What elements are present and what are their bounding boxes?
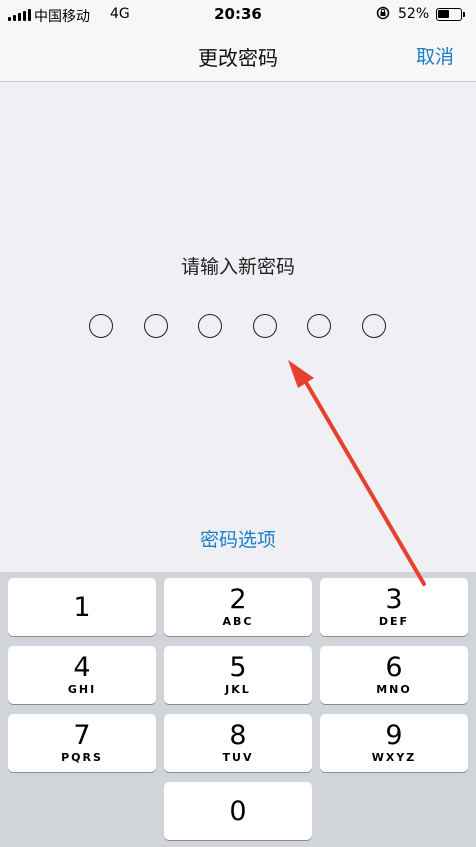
battery-level-fill [438, 10, 449, 18]
navigation-bar: 更改密码 取消 [0, 30, 476, 82]
rotation-lock-icon [376, 6, 390, 20]
passcode-dot [361, 314, 386, 338]
key-digit: 3 [385, 584, 403, 615]
key-letters: ABC [222, 615, 254, 628]
key-letters: MNO [376, 683, 412, 696]
key-letters: WXYZ [371, 751, 417, 764]
passcode-prompt: 请输入新密码 [180, 256, 295, 278]
passcode-dot [143, 314, 168, 338]
passcode-dot [89, 314, 113, 338]
key-5[interactable]: 5 JKL [164, 646, 312, 704]
key-digit: 2 [229, 584, 247, 615]
battery-icon [436, 8, 462, 21]
key-letters: JKL [225, 683, 251, 696]
key-6[interactable]: 6 MNO [320, 646, 468, 704]
passcode-dot [307, 314, 331, 338]
key-2[interactable]: 2 ABC [164, 578, 312, 636]
key-9[interactable]: 9 WXYZ [320, 714, 468, 772]
key-letters: DEF [378, 615, 410, 628]
key-digit: 1 [73, 592, 91, 623]
key-digit: 7 [73, 720, 91, 751]
battery-percentage: 52% [398, 6, 430, 22]
passcode-dots [89, 314, 389, 338]
passcode-dot [198, 314, 222, 338]
passcode-dot [252, 314, 277, 338]
numeric-keypad: 1 2 ABC 3 DEF 4 GHI 5 JKL 6 MNO 7 PQRS 8 TUV 9 WXYZ 0 [0, 572, 476, 847]
key-7[interactable]: 7 PQRS [8, 714, 156, 772]
key-digit: 6 [385, 652, 403, 683]
status-bar: 中国移动 4G 20:36 52% [0, 0, 476, 30]
key-3[interactable]: 3 DEF [320, 578, 468, 636]
key-digit: 0 [229, 796, 247, 827]
passcode-options-link[interactable]: 密码选项 [0, 525, 476, 552]
key-digit: 9 [385, 720, 403, 751]
cancel-button[interactable]: 取消 [416, 42, 454, 69]
key-digit: 5 [229, 652, 247, 683]
page-title: 更改密码 [198, 46, 278, 70]
key-1[interactable]: 1 [8, 578, 156, 636]
key-0[interactable]: 0 [164, 782, 312, 840]
key-digit: 4 [73, 652, 91, 683]
key-4[interactable]: 4 GHI [8, 646, 156, 704]
key-8[interactable]: 8 TUV [164, 714, 312, 772]
key-letters: TUV [222, 751, 254, 764]
key-digit: 8 [229, 720, 247, 751]
key-letters: PQRS [61, 751, 103, 764]
key-letters: GHI [67, 683, 97, 696]
battery-tip [463, 12, 465, 17]
